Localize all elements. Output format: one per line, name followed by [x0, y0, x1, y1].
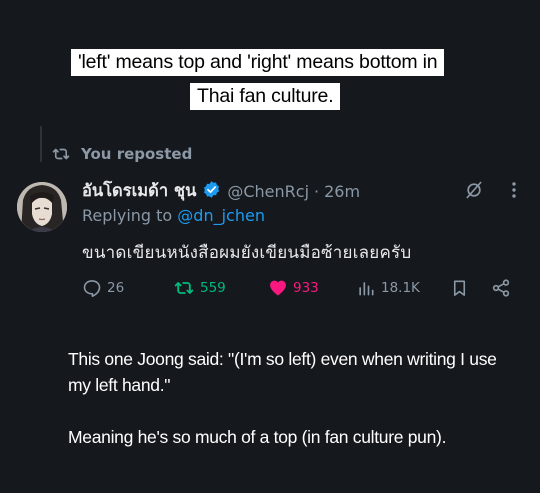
- thread-line: [40, 126, 42, 162]
- share-icon: [491, 278, 511, 298]
- replying-to-mention[interactable]: @dn_jchen: [177, 206, 265, 225]
- views-button[interactable]: 18.1K: [356, 276, 420, 300]
- reply-button[interactable]: 26: [82, 276, 124, 300]
- explanation-paragraph-1: This one Joong said: "(I'm so left) even…: [68, 349, 497, 395]
- handle[interactable]: @ChenRcj: [227, 182, 309, 201]
- replying-to-prefix: Replying to: [82, 206, 173, 225]
- repost-banner-label: You reposted: [81, 145, 193, 163]
- timestamp[interactable]: 26m: [324, 182, 360, 201]
- repost-icon: [173, 278, 195, 298]
- views-count: 18.1K: [381, 280, 420, 296]
- bookmark-icon: [450, 278, 469, 298]
- explanation-paragraph-2: Meaning he's so much of a top (in fan cu…: [68, 427, 447, 447]
- like-count: 933: [293, 280, 319, 296]
- replying-to: Replying to @dn_jchen: [82, 206, 265, 225]
- verified-badge-icon: [202, 180, 221, 203]
- repost-button[interactable]: 559: [173, 276, 226, 300]
- caption-line-1: 'left' means top and 'right' means botto…: [71, 49, 445, 76]
- repost-banner: You reposted: [52, 143, 192, 165]
- separator-dot: ·: [314, 181, 320, 201]
- reply-count: 26: [107, 280, 125, 296]
- display-name[interactable]: อันโดรเมด้า ชุน: [82, 178, 196, 204]
- tweet-actions: 26 559 933 18.1K: [82, 276, 522, 300]
- more-dots-icon[interactable]: [509, 181, 519, 203]
- grok-icon[interactable]: [464, 180, 484, 204]
- caption-line-2: Thai fan culture.: [190, 83, 341, 110]
- avatar[interactable]: [17, 182, 67, 232]
- repost-count: 559: [200, 280, 226, 296]
- share-button[interactable]: [491, 276, 511, 300]
- like-button[interactable]: 933: [268, 276, 319, 300]
- bookmark-button[interactable]: [450, 276, 469, 300]
- tweet-header: อันโดรเมด้า ชุน @ChenRcj · 26m: [82, 178, 360, 204]
- views-icon: [356, 278, 376, 298]
- heart-icon: [268, 278, 288, 298]
- tweet-text: ขนาดเขียนหนังสือผมยังเขียนมือซ้ายเลยครับ: [82, 243, 412, 263]
- reply-icon: [82, 278, 102, 298]
- repost-icon: [52, 145, 70, 163]
